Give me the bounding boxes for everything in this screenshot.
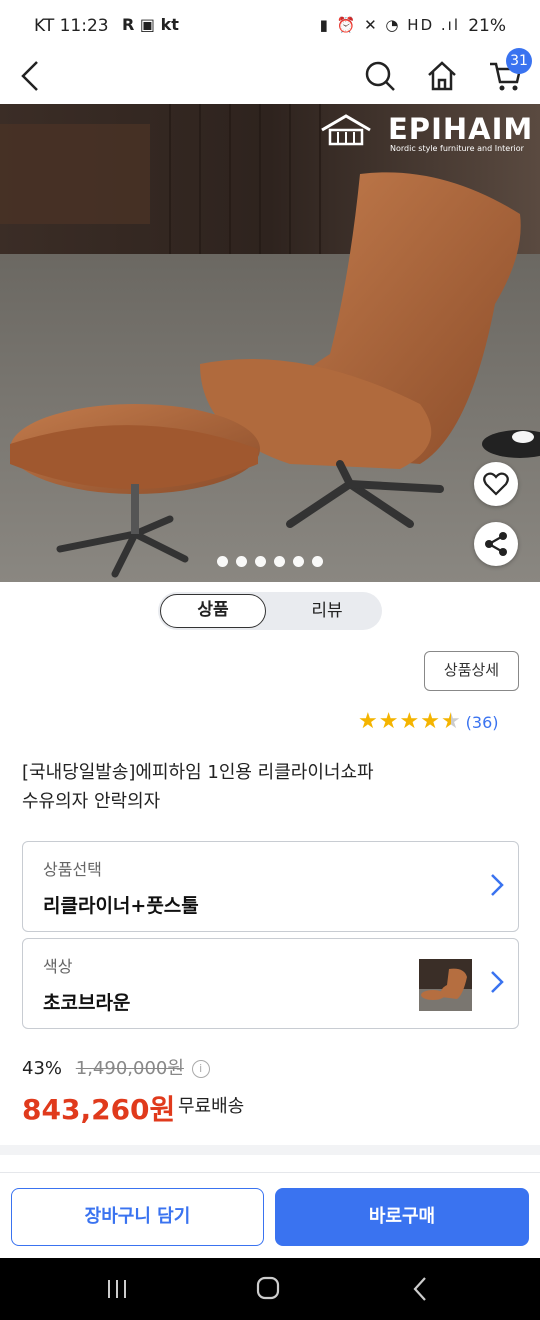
system-nav-bar bbox=[0, 1258, 540, 1320]
search-button[interactable] bbox=[360, 56, 400, 96]
add-to-cart-button[interactable]: 장바구니 담기 bbox=[11, 1188, 264, 1246]
section-tabs: 상품 리뷰 bbox=[158, 592, 382, 630]
chevron-right-icon bbox=[491, 971, 504, 993]
chair-thumbnail-image bbox=[419, 959, 472, 1011]
half-star-icon: ★ bbox=[440, 709, 461, 734]
home-icon bbox=[428, 61, 456, 91]
section-divider bbox=[0, 1145, 540, 1155]
tab-product[interactable]: 상품 bbox=[160, 594, 266, 628]
review-count: (36) bbox=[465, 712, 499, 732]
page-dot[interactable] bbox=[236, 556, 247, 567]
option-value: 리클라이너+풋스툴 bbox=[43, 895, 199, 917]
wishlist-button[interactable] bbox=[474, 462, 518, 506]
chair-photo bbox=[0, 104, 540, 582]
back-nav-icon[interactable] bbox=[412, 1276, 428, 1302]
page-dot[interactable] bbox=[255, 556, 266, 567]
search-icon bbox=[365, 61, 395, 91]
star-icon: ★ bbox=[420, 709, 440, 734]
product-image[interactable]: EPIHAIM Nordic style furniture and Inter… bbox=[0, 104, 540, 582]
app-bar: 31 bbox=[0, 48, 540, 104]
brand-name: EPIHAIM bbox=[388, 112, 534, 146]
final-price: 843,260원 bbox=[22, 1093, 176, 1126]
brand-tagline: Nordic style furniture and Interior bbox=[390, 144, 524, 153]
price-original-row: 43% 1,490,000원 i bbox=[22, 1054, 210, 1080]
tab-review[interactable]: 리뷰 bbox=[274, 594, 380, 628]
product-title: [국내당일발송]에피하임 1인용 리클라이너쇼파 수유의자 안락의자 bbox=[22, 758, 522, 816]
buy-now-button[interactable]: 바로구매 bbox=[275, 1188, 529, 1246]
star-icon: ★ bbox=[358, 709, 378, 734]
cart-count-badge: 31 bbox=[506, 48, 532, 74]
home-nav-icon[interactable] bbox=[256, 1276, 280, 1300]
app-notification-icon: R ▣ kt bbox=[122, 15, 179, 34]
original-price: 1,490,000원 bbox=[75, 1058, 184, 1079]
heart-icon bbox=[483, 472, 509, 496]
option-color-select[interactable]: 색상 초코브라운 bbox=[22, 938, 519, 1029]
option-label: 색상 bbox=[43, 957, 73, 976]
color-thumbnail bbox=[419, 959, 472, 1011]
discount-rate: 43% bbox=[22, 1058, 63, 1079]
page-dot[interactable] bbox=[293, 556, 304, 567]
page-dot[interactable] bbox=[217, 556, 228, 567]
page-dot[interactable] bbox=[312, 556, 323, 567]
recent-apps-icon[interactable] bbox=[106, 1278, 128, 1300]
system-icons: ▮ ⏰ ✕ ◔ HD .ıl bbox=[319, 16, 460, 34]
status-bar: KT 11:23 R ▣ kt ▮ ⏰ ✕ ◔ HD .ıl 21% bbox=[0, 0, 540, 56]
page-dot[interactable] bbox=[274, 556, 285, 567]
product-detail-button[interactable]: 상품상세 bbox=[424, 651, 519, 691]
back-button[interactable] bbox=[10, 56, 50, 96]
star-icon: ★ bbox=[378, 709, 399, 734]
product-title-line1: [국내당일발송]에피하임 1인용 리클라이너쇼파 bbox=[22, 762, 374, 783]
info-icon[interactable]: i bbox=[191, 1060, 210, 1078]
option-value: 초코브라운 bbox=[43, 992, 131, 1014]
battery-level: 21% bbox=[468, 16, 506, 36]
image-pagination bbox=[0, 556, 540, 567]
home-button[interactable] bbox=[422, 56, 462, 96]
brand-logo-icon bbox=[321, 114, 371, 146]
rating[interactable]: ★ ★ ★ ★ ★ (36) bbox=[358, 710, 499, 734]
star-icon: ★ bbox=[399, 709, 420, 734]
option-product-select[interactable]: 상품선택 리클라이너+풋스툴 bbox=[22, 841, 519, 932]
product-title-line2: 수유의자 안락의자 bbox=[22, 791, 161, 812]
option-label: 상품선택 bbox=[43, 860, 102, 879]
back-arrow-icon bbox=[21, 61, 38, 91]
share-icon bbox=[485, 532, 507, 556]
chevron-right-icon bbox=[491, 874, 504, 896]
status-time: KT 11:23 bbox=[34, 16, 109, 36]
shipping-info: 무료배송 bbox=[178, 1096, 245, 1117]
